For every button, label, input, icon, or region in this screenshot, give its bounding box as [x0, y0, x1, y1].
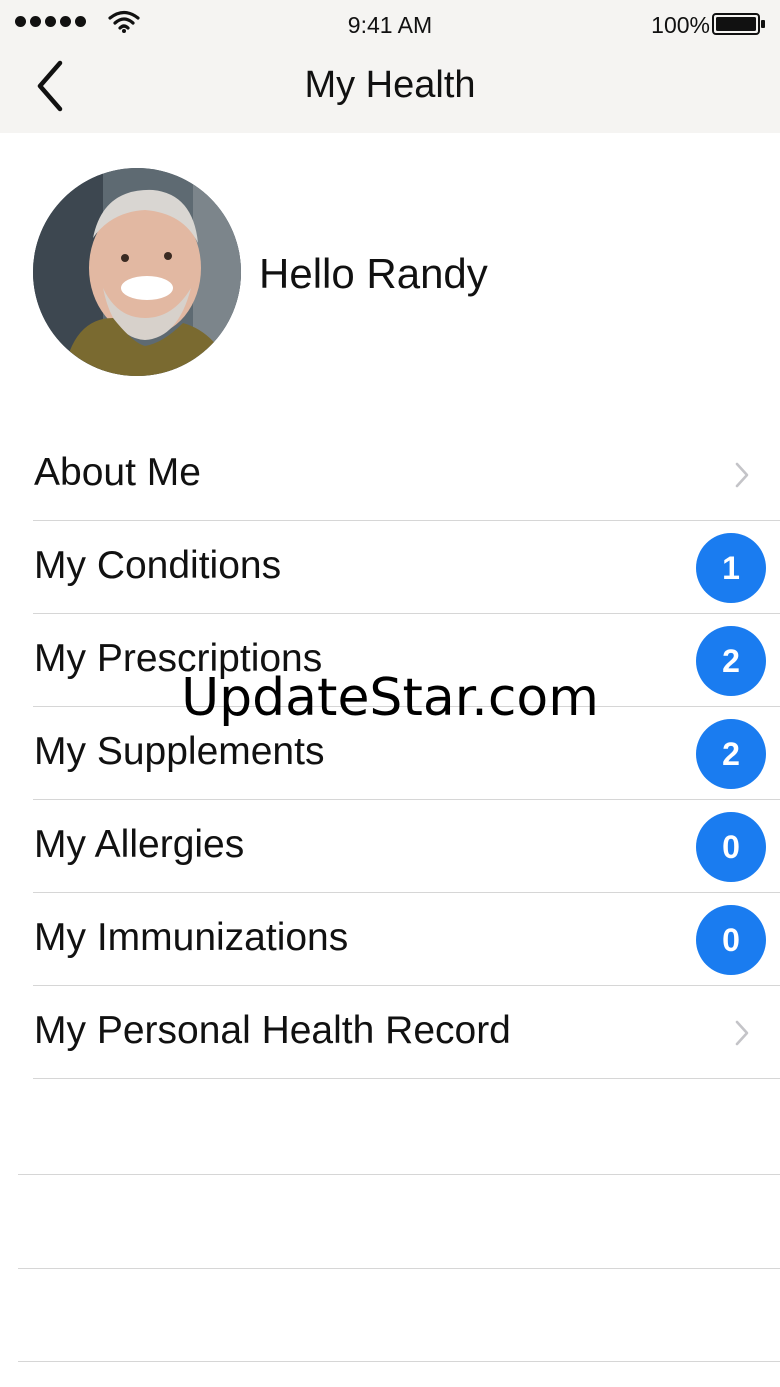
row-divider — [33, 1078, 780, 1079]
greeting-text: Hello Randy — [259, 250, 488, 297]
chevron-right-icon — [735, 1020, 749, 1046]
menu-item-label: My Personal Health Record — [34, 1009, 511, 1052]
menu-item-about-me[interactable]: About Me — [0, 428, 780, 521]
profile-photo — [33, 168, 241, 376]
navigation-bar: 9:41 AM 100% My Health — [0, 0, 780, 133]
count-badge: 0 — [696, 905, 766, 975]
health-menu-list: About Me My Conditions 1 My Prescription… — [0, 428, 780, 1079]
menu-item-label: My Supplements — [34, 730, 325, 773]
status-bar: 9:41 AM 100% — [0, 0, 780, 46]
battery-icon — [712, 13, 765, 35]
battery-percentage: 100% — [651, 12, 710, 38]
menu-item-my-conditions[interactable]: My Conditions 1 — [0, 521, 780, 614]
menu-item-label: My Allergies — [34, 823, 245, 866]
count-badge: 2 — [696, 719, 766, 789]
menu-item-label: My Prescriptions — [34, 637, 323, 680]
menu-item-my-prescriptions[interactable]: My Prescriptions 2 — [0, 614, 780, 707]
avatar — [33, 168, 241, 376]
menu-item-label: My Conditions — [34, 544, 282, 587]
menu-item-label: My Immunizations — [34, 916, 349, 959]
empty-row-divider — [18, 1361, 780, 1362]
menu-item-my-immunizations[interactable]: My Immunizations 0 — [0, 893, 780, 986]
empty-row-divider — [18, 1268, 780, 1269]
count-badge: 0 — [696, 812, 766, 882]
count-badge: 1 — [696, 533, 766, 603]
count-badge: 2 — [696, 626, 766, 696]
empty-row-divider — [18, 1174, 780, 1175]
menu-item-my-personal-health-record[interactable]: My Personal Health Record — [0, 986, 780, 1079]
page-title: My Health — [304, 64, 476, 106]
menu-item-my-allergies[interactable]: My Allergies 0 — [0, 800, 780, 893]
chevron-right-icon — [735, 462, 749, 488]
menu-item-my-supplements[interactable]: My Supplements 2 — [0, 707, 780, 800]
menu-item-label: About Me — [34, 451, 201, 494]
